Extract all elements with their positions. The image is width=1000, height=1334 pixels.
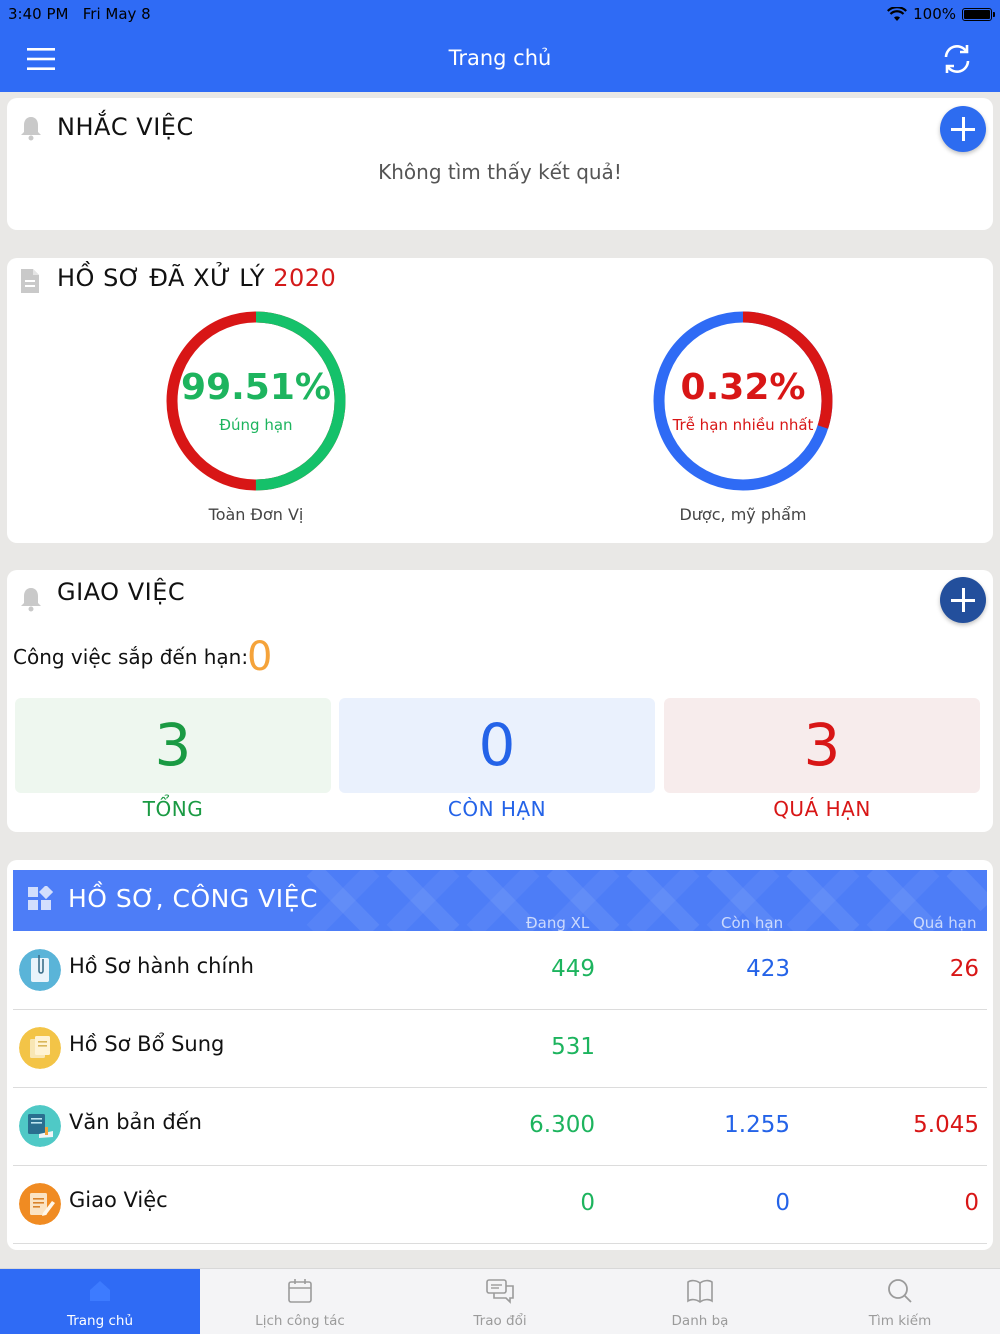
wifi-icon <box>887 6 908 21</box>
col-in-progress: Đang XL <box>526 914 590 931</box>
tab-search[interactable]: Tìm kiếm <box>800 1269 1000 1334</box>
tab-label: Danh bạ <box>671 1313 729 1329</box>
row-in-progress: 449 <box>551 956 595 982</box>
tab-calendar[interactable]: Lịch công tác <box>200 1269 400 1334</box>
battery-percent: 100% <box>913 5 956 23</box>
overdue-tile-label: QUÁ HẠN <box>773 797 871 821</box>
bell-icon <box>21 588 41 612</box>
on-time-percent: 99.51% <box>181 367 331 408</box>
tab-label: Trao đổi <box>473 1313 527 1329</box>
chat-icon <box>486 1279 514 1304</box>
add-reminder-button[interactable] <box>940 106 986 152</box>
tab-chat[interactable]: Trao đổi <box>400 1269 600 1334</box>
row-overdue: 26 <box>949 956 979 982</box>
total-label: TỔNG <box>142 797 204 821</box>
row-name: Hồ Sơ hành chính <box>69 954 254 978</box>
processed-records-card: HỒ SƠ ĐÃ XỬ LÝ 2020 99.51% Đúng hạn Toàn… <box>7 258 993 543</box>
status-time: 3:40 PM <box>8 5 69 23</box>
tab-label: Lịch công tác <box>255 1313 345 1329</box>
table-row[interactable]: Hồ Sơ Bổ Sung 531 <box>13 1010 987 1088</box>
search-icon <box>888 1279 912 1303</box>
row-in-progress: 531 <box>551 1034 595 1060</box>
total-tile[interactable]: 3 <box>15 698 331 793</box>
bell-icon <box>21 117 41 141</box>
on-time-caption: Toàn Đơn Vị <box>208 505 304 524</box>
records-header: HỒ SƠ, CÔNG VIỆC Đang XL Còn hạn Quá hạn <box>13 870 987 931</box>
late-label: Trễ hạn nhiều nhất <box>672 416 814 434</box>
records-card: HỒ SƠ, CÔNG VIỆC Đang XL Còn hạn Quá hạn… <box>7 860 993 1250</box>
document-icon <box>21 269 39 293</box>
row-name: Văn bản đến <box>69 1110 202 1134</box>
nav-bar: Trang chủ <box>0 28 1000 92</box>
processed-title-text: HỒ SƠ ĐÃ XỬ LÝ <box>57 264 266 292</box>
overdue-tile[interactable]: 3 <box>664 698 980 793</box>
paperclip-doc-icon <box>19 949 61 991</box>
records-title: HỒ SƠ, CÔNG VIỆC <box>68 884 318 913</box>
on-time-tile-label: CÒN HẠN <box>447 797 547 821</box>
row-on-time: 0 <box>775 1190 790 1216</box>
incoming-doc-icon <box>19 1105 61 1147</box>
processed-year: 2020 <box>273 264 337 292</box>
row-on-time: 423 <box>746 956 790 982</box>
on-time-gauge: 99.51% Đúng hạn <box>164 309 348 493</box>
reminders-card: NHẮC VIỆC Không tìm thấy kết quả! <box>7 98 993 230</box>
processed-title: HỒ SƠ ĐÃ XỬ LÝ 2020 <box>57 264 336 292</box>
home-icon <box>90 1281 110 1301</box>
status-time-date: 3:40 PM Fri May 8 <box>8 5 151 23</box>
status-indicators: 100% <box>887 5 995 23</box>
on-time-tile[interactable]: 0 <box>339 698 655 793</box>
assign-task-card: GIAO VIỆC Công việc sắp đến hạn: 0 3 TỔN… <box>7 570 993 832</box>
status-date: Fri May 8 <box>82 5 151 23</box>
tab-contacts[interactable]: Danh bạ <box>600 1269 800 1334</box>
row-name: Hồ Sơ Bổ Sung <box>69 1032 225 1056</box>
tab-label: Trang chủ <box>66 1313 134 1329</box>
late-percent: 0.32% <box>680 367 806 408</box>
late-caption: Dược, mỹ phẩm <box>679 505 807 524</box>
documents-icon <box>19 1027 61 1069</box>
tab-bar: Trang chủ Lịch công tác Trao đổi Danh bạ <box>0 1268 1000 1334</box>
refresh-icon[interactable] <box>940 42 974 76</box>
col-overdue: Quá hạn <box>913 914 977 931</box>
assign-task-icon <box>19 1183 61 1225</box>
on-time-label: Đúng hạn <box>219 416 293 434</box>
empty-result-text: Không tìm thấy kết quả! <box>378 160 622 184</box>
book-icon <box>687 1279 713 1303</box>
upcoming-label: Công việc sắp đến hạn: <box>13 645 249 669</box>
reminders-title: NHẮC VIỆC <box>57 113 194 141</box>
tab-label: Tìm kiếm <box>868 1313 932 1329</box>
row-overdue: 5.045 <box>913 1112 979 1138</box>
table-row[interactable]: Giao Việc 0 0 0 <box>13 1166 987 1244</box>
table-row[interactable]: Văn bản đến 6.300 1.255 5.045 <box>13 1088 987 1166</box>
upcoming-count: 0 <box>247 634 273 680</box>
page-title: Trang chủ <box>448 46 552 70</box>
row-name: Giao Việc <box>69 1188 168 1212</box>
status-bar: 3:40 PM Fri May 8 100% <box>0 0 1000 28</box>
row-in-progress: 0 <box>580 1190 595 1216</box>
battery-icon <box>962 7 995 21</box>
col-on-time: Còn hạn <box>721 914 784 931</box>
add-task-button[interactable] <box>940 577 986 623</box>
tab-home[interactable]: Trang chủ <box>0 1269 200 1334</box>
row-overdue: 0 <box>964 1190 979 1216</box>
table-row[interactable]: Hồ Sơ hành chính 449 423 26 <box>13 932 987 1010</box>
dashboard-icon <box>28 886 53 910</box>
calendar-icon <box>288 1279 312 1303</box>
assign-title: GIAO VIỆC <box>57 578 186 606</box>
row-in-progress: 6.300 <box>529 1112 595 1138</box>
row-on-time: 1.255 <box>724 1112 790 1138</box>
late-gauge: 0.32% Trễ hạn nhiều nhất <box>651 309 835 493</box>
